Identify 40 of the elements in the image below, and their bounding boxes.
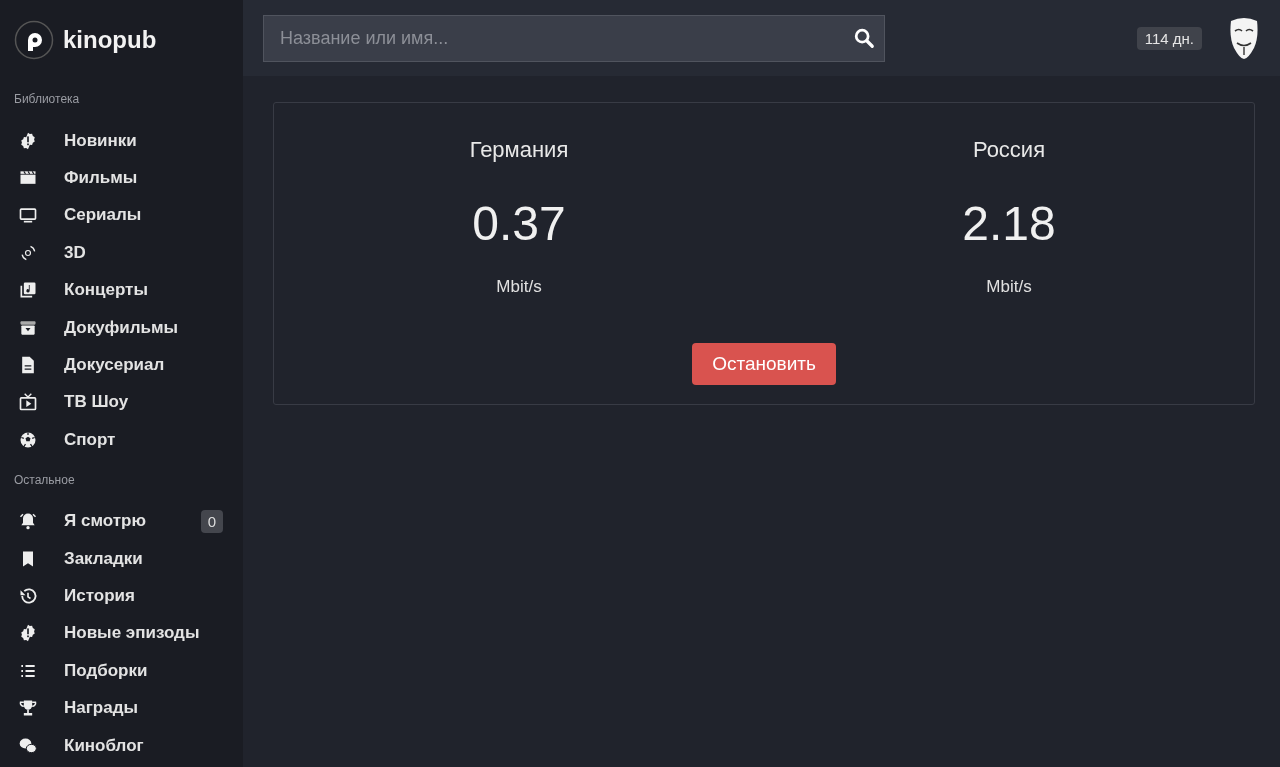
trophy-icon: [18, 698, 38, 719]
logo-icon: [14, 20, 54, 60]
speed-unit: Mbit/s: [496, 277, 542, 297]
sidebar-item[interactable]: Награды: [14, 689, 223, 727]
mask-avatar-icon[interactable]: [1228, 17, 1260, 59]
server-name: Россия: [972, 137, 1046, 163]
sidebar-item[interactable]: Докуфильмы: [14, 308, 223, 347]
count-badge: 0: [200, 509, 223, 533]
section-heading: Библиотека: [14, 92, 81, 106]
speed-unit: Mbit/s: [986, 277, 1032, 297]
sidebar-item[interactable]: Подборки: [14, 652, 223, 690]
search-icon: [853, 26, 875, 49]
search-field[interactable]: Название или имя...: [263, 14, 885, 62]
sidebar-item[interactable]: Закладки: [14, 539, 223, 578]
sidebar-item[interactable]: Киноблог: [14, 726, 223, 765]
badge-alert-icon: [18, 130, 38, 151]
sidebar-item[interactable]: 3D: [14, 234, 223, 272]
sidebar-item[interactable]: Спорт: [14, 421, 223, 459]
speed-value: 0.37: [472, 196, 566, 251]
brand-name: kinopub: [63, 26, 157, 54]
server-name: Германия: [469, 137, 569, 163]
tv-play-icon: [18, 392, 38, 413]
sidebar-item[interactable]: История: [14, 577, 223, 615]
sidebar-item[interactable]: ТВ Шоу: [14, 383, 223, 422]
speed-value: 2.18: [962, 196, 1056, 251]
sidebar-item[interactable]: Фильмы: [14, 159, 223, 197]
history-icon: [18, 586, 38, 606]
monitor-icon: [18, 205, 38, 226]
section-heading: Остальное: [14, 472, 76, 487]
badge-alert-icon: [18, 623, 38, 644]
sidebar-item[interactable]: Новинки: [14, 122, 223, 160]
bell-icon: [18, 511, 38, 532]
sidebar-item[interactable]: Докусериал: [14, 346, 223, 384]
stop-button[interactable]: Остановить: [692, 343, 836, 385]
music-album-icon: [18, 280, 38, 301]
sidebar-item[interactable]: Новые эпизоды: [14, 614, 223, 653]
subscription-days-badge: 114 дн.: [1136, 26, 1202, 50]
sidebar-item[interactable]: Я смотрю 0: [14, 502, 223, 540]
sidebar-item[interactable]: Концерты: [14, 271, 223, 309]
sidebar-item[interactable]: Сериалы: [14, 196, 223, 235]
